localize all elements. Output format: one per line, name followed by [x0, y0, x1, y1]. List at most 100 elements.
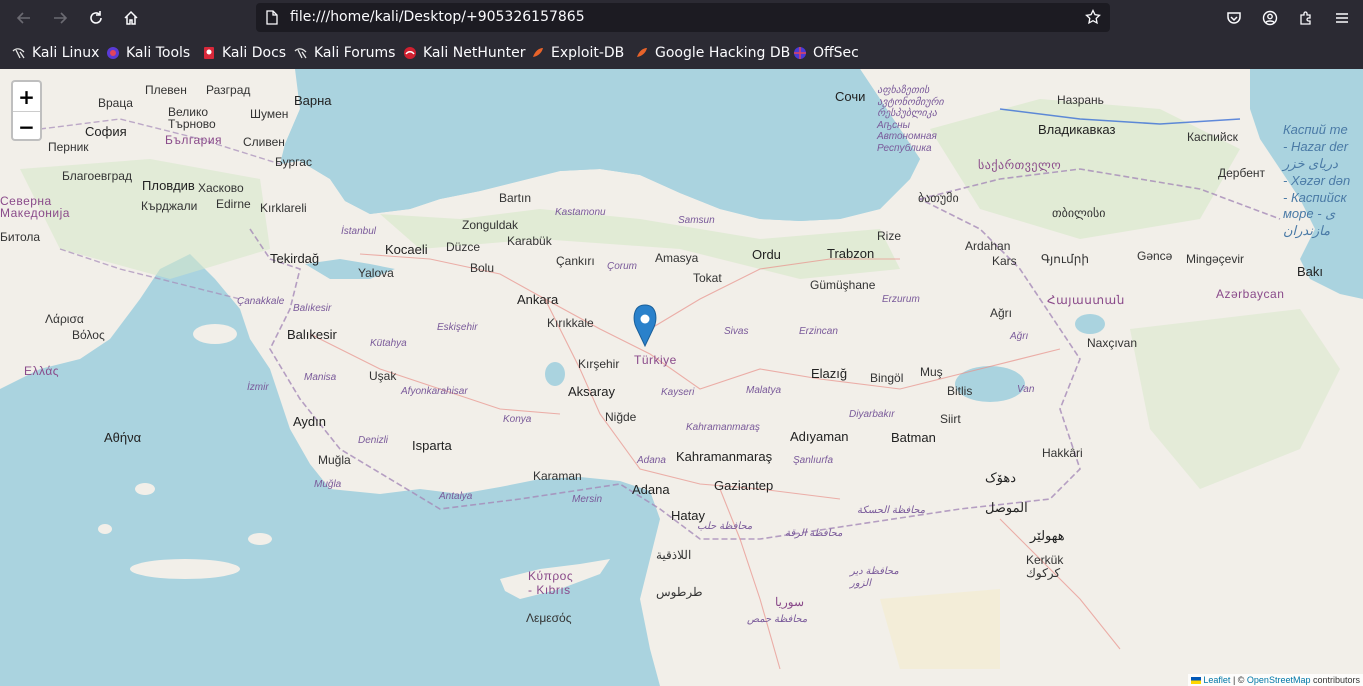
map-label-deir: محافظة دير الزور	[850, 566, 899, 589]
map-label-yalova: Yalova	[358, 266, 394, 280]
reload-button[interactable]	[84, 6, 108, 30]
map-label-afyon: Afyonkarahisar	[401, 386, 468, 397]
map-label-kirsehir: Kırşehir	[578, 357, 620, 371]
url-bar[interactable]: file:///home/kali/Desktop/+905326157865	[256, 3, 1110, 32]
bookmark-kali-docs[interactable]: Kali Docs	[202, 43, 286, 63]
kali-dragon-icon	[294, 46, 308, 60]
map-label-mugla-prov: Muğla	[314, 479, 342, 490]
map-label-balikesir-city: Balıkesir	[287, 327, 337, 342]
map-label-homs: محافظة حمص	[747, 614, 808, 625]
bookmark-kali-nethunter[interactable]: Kali NetHunter	[403, 43, 525, 63]
map-label-ganca: Gəncə	[1137, 249, 1173, 263]
map-label-abkhazia: აფხაზეთის ავტონომიური რესპუბლიკა Аҧсны А…	[877, 85, 944, 154]
map-label-gumushane: Gümüşhane	[810, 278, 876, 292]
bookmark-kali-linux[interactable]: Kali Linux	[12, 43, 99, 63]
map-label-veliko: Велико Търново	[168, 105, 216, 131]
bookmark-star-icon[interactable]	[1085, 9, 1101, 25]
back-button[interactable]	[12, 6, 36, 30]
map-label-kutahya: Kütahya	[370, 338, 407, 349]
map-label-gyumri: Գյումրի	[1041, 252, 1089, 266]
nethunter-icon	[403, 46, 417, 60]
map-label-sliven: Сливен	[243, 135, 285, 149]
map-label-istanbul: İstanbul	[341, 226, 377, 237]
map-label-ellada: Ελλάς	[24, 364, 60, 378]
map-label-mersin: Mersin	[572, 494, 603, 505]
map-label-kirikkale: Kırıkkale	[547, 316, 594, 330]
kali-docs-icon	[202, 46, 216, 60]
arrow-left-icon	[16, 12, 30, 24]
map-container[interactable]: Türkiye Ankara Aksaray Kırşehir Kırıkkal…	[0, 69, 1363, 686]
map-label-canakkale: Çanakkale	[237, 296, 285, 307]
map-label-kirklareli: Kırklareli	[260, 201, 307, 215]
map-label-sakartvelo: საქართველო	[978, 158, 1062, 172]
map-label-kayseri: Kayseri	[661, 387, 695, 398]
map-label-zonguldak: Zonguldak	[462, 218, 519, 232]
map-label-suriye: سوريا	[775, 595, 805, 609]
map-label-mus: Muş	[920, 365, 943, 379]
map-label-bartin: Bartın	[499, 191, 532, 205]
map-label-sofia: София	[85, 124, 127, 139]
map-label-kahramanmaras: Kahramanmaraş	[676, 449, 773, 464]
map-label-malatya: Malatya	[746, 385, 782, 396]
map-label-kocaeli: Kocaeli	[385, 242, 428, 257]
bookmark-google-hacking-db[interactable]: Google Hacking DB	[635, 43, 790, 63]
map-label-nigde: Niğde	[605, 410, 637, 424]
bookmark-kali-tools[interactable]: Kali Tools	[106, 43, 190, 63]
map-label-kypros: Κύπρος - Kıbrıs	[528, 569, 574, 597]
exploit-db-icon	[635, 46, 649, 60]
map-label-isparta: Isparta	[412, 438, 452, 453]
map-label-mingachevir: Mingəçevir	[1186, 252, 1245, 266]
pocket-button[interactable]	[1222, 6, 1246, 30]
map-label-duzce: Düzce	[446, 240, 481, 254]
map-label-adiyaman: Adıyaman	[790, 429, 849, 444]
map-label-eskisehir: Eskişehir	[437, 322, 478, 333]
map-label-pleven: Плевен	[145, 83, 187, 97]
map-label-vladikavkaz: Владикавказ	[1038, 122, 1116, 137]
account-button[interactable]	[1258, 6, 1282, 30]
forward-button[interactable]	[48, 6, 72, 30]
map-label-balikesir-prov: Balıkesir	[293, 303, 332, 314]
map-label-kahramanmaras-prov: Kahramanmaraş	[686, 422, 760, 433]
map-label-volos: Βόλος	[72, 328, 105, 342]
bookmark-kali-forums[interactable]: Kali Forums	[294, 43, 395, 63]
map-label-ankara: Ankara	[517, 292, 559, 307]
page-icon	[266, 10, 278, 25]
map-label-erbil: ههولێر	[1030, 528, 1065, 543]
map-label-gaziantep: Gaziantep	[714, 478, 774, 493]
map-label-batman: Batman	[891, 430, 936, 445]
osm-link[interactable]: OpenStreetMap	[1247, 675, 1311, 685]
zoom-in-button[interactable]: +	[13, 82, 40, 112]
bookmark-exploit-db[interactable]: Exploit-DB	[531, 43, 624, 63]
menu-button[interactable]	[1330, 6, 1354, 30]
map-label-samsun: Samsun	[678, 215, 715, 226]
home-icon	[124, 10, 138, 25]
map-label-usak: Uşak	[369, 369, 397, 383]
map-label-erzurum: Erzurum	[882, 294, 920, 305]
map-label-nakhchivan: Naxçıvan	[1087, 336, 1138, 350]
map-label-rize: Rize	[877, 229, 902, 243]
map-label-haskovo: Хасково	[198, 181, 244, 195]
puzzle-icon	[1300, 11, 1311, 25]
map-label-raqqa: محافظة الرقة	[785, 528, 843, 539]
map-label-tbilisi: თბილისი	[1052, 206, 1106, 220]
map-label-lemesos: Λεμεσός	[526, 611, 572, 625]
home-button[interactable]	[119, 6, 143, 30]
offsec-icon	[793, 46, 807, 60]
map-label-plovdiv: Пловдив	[142, 178, 195, 193]
map-label-baki: Bakı	[1297, 264, 1324, 279]
extensions-button[interactable]	[1294, 6, 1318, 30]
map-label-corum: Çorum	[607, 261, 638, 272]
url-text: file:///home/kali/Desktop/+905326157865	[290, 9, 585, 25]
map-label-erzincan: Erzincan	[799, 326, 838, 337]
map-label-duhok: دهۆک	[985, 470, 1016, 485]
map-label-hasakah: محافظة الحسكة	[857, 505, 926, 516]
map-label-derbent: Дербент	[1218, 166, 1266, 180]
exploit-db-icon	[531, 46, 545, 60]
map-label-sivas: Sivas	[724, 326, 749, 337]
reload-icon	[90, 11, 102, 24]
bookmark-offsec[interactable]: OffSec	[793, 43, 859, 63]
map-label-bitlis: Bitlis	[947, 384, 973, 398]
zoom-out-button[interactable]: −	[13, 112, 40, 141]
leaflet-link[interactable]: Leaflet	[1203, 675, 1230, 685]
map-label-pernik: Перник	[48, 140, 89, 154]
